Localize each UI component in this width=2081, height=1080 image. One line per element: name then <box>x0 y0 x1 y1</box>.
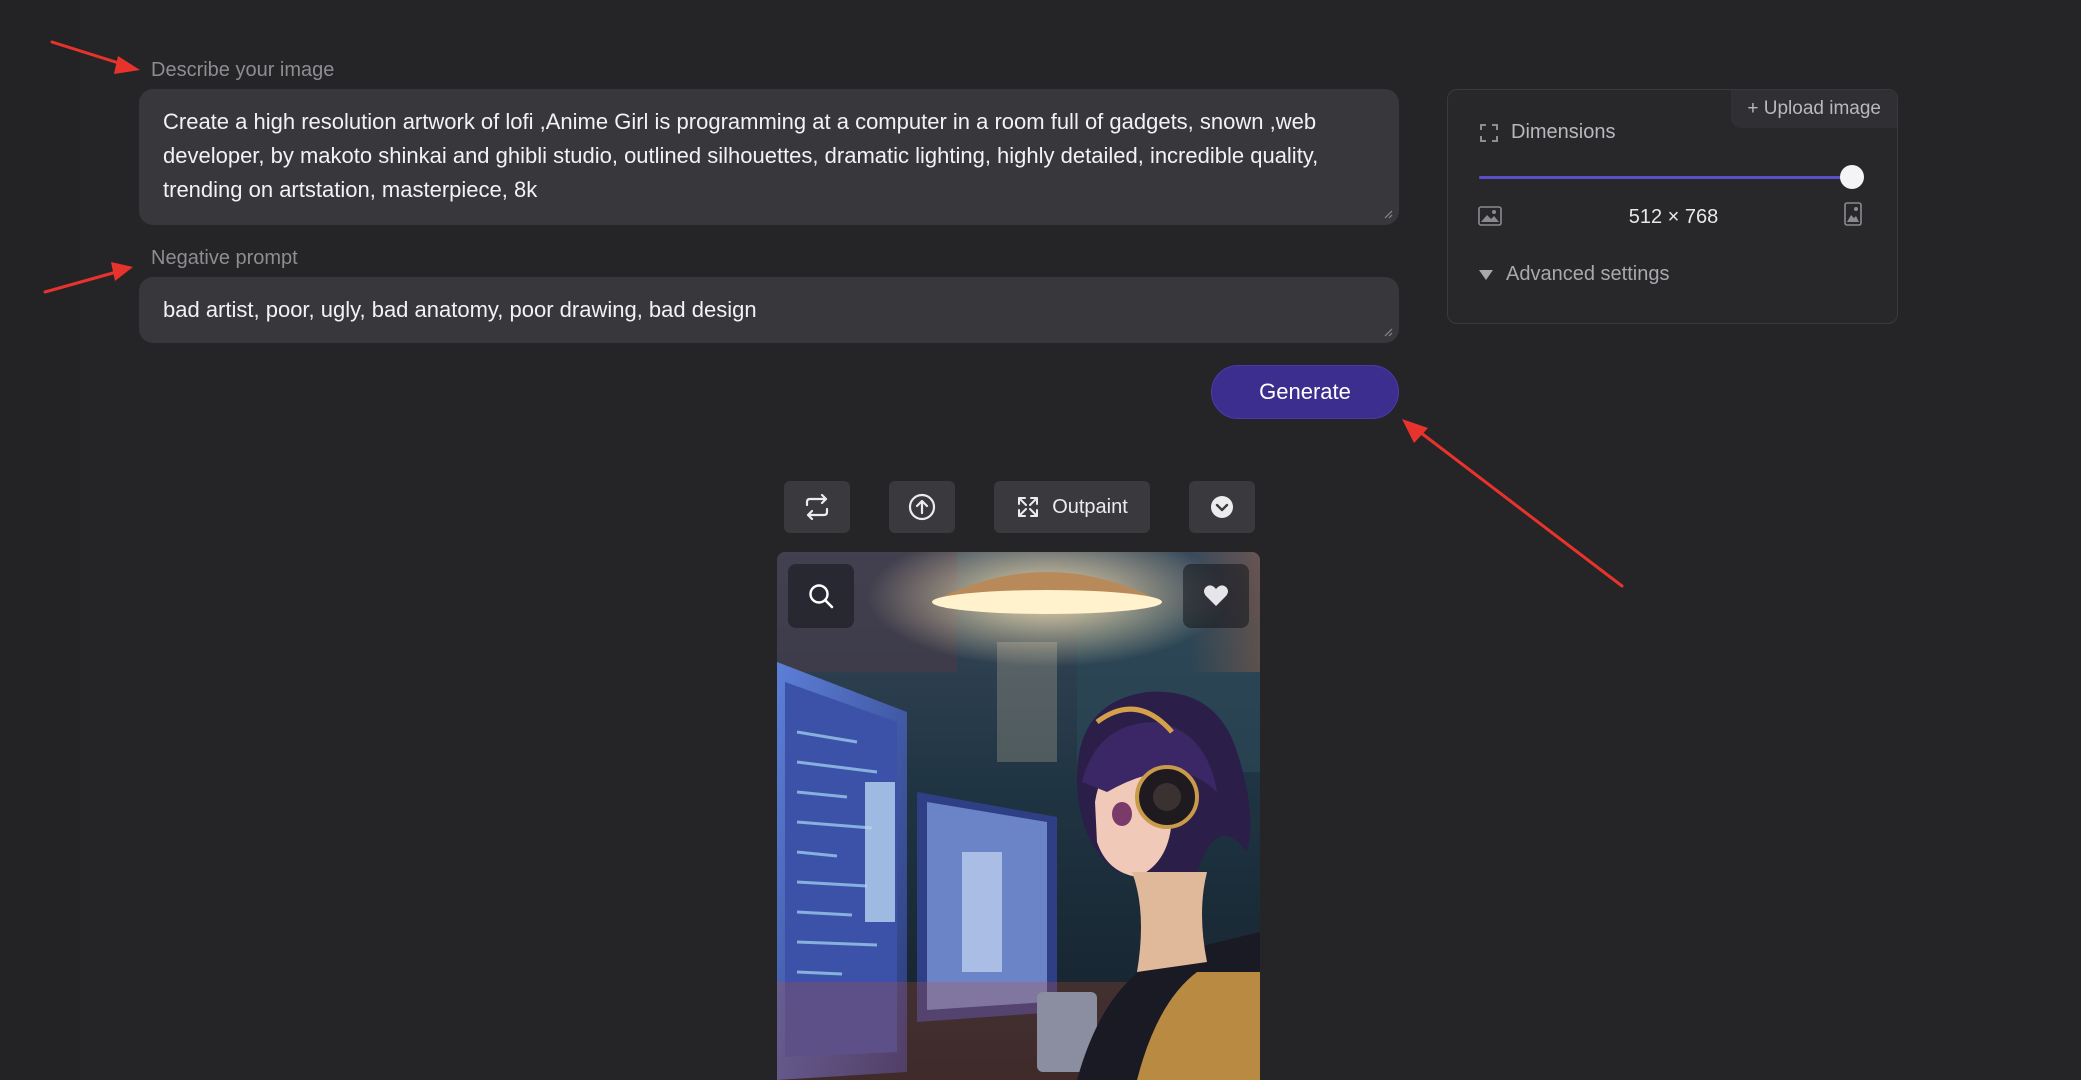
annotation-arrow-generate <box>1402 419 1624 588</box>
negative-prompt-label: Negative prompt <box>151 247 298 269</box>
caret-down-icon <box>1479 269 1493 280</box>
favorite-button[interactable] <box>1183 564 1249 628</box>
describe-label: Describe your image <box>151 59 335 81</box>
portrait-image-icon[interactable] <box>1844 202 1862 226</box>
resize-grip-icon[interactable] <box>1383 327 1393 337</box>
generated-image[interactable] <box>777 552 1260 1080</box>
left-gutter <box>0 0 80 1080</box>
outpaint-label: Outpaint <box>1052 495 1128 518</box>
repeat-icon <box>805 494 829 520</box>
resize-grip-icon[interactable] <box>1383 209 1393 219</box>
anime-girl-artwork <box>777 552 1260 1080</box>
prompt-text: Create a high resolution artwork of lofi… <box>163 109 1319 202</box>
chevron-down-circle-icon <box>1211 496 1233 518</box>
negative-prompt-text: bad artist, poor, ugly, bad anatomy, poo… <box>163 297 757 322</box>
prompt-textarea[interactable]: Create a high resolution artwork of lofi… <box>139 89 1399 225</box>
zoom-button[interactable] <box>788 564 854 628</box>
advanced-settings-toggle[interactable]: Advanced settings <box>1478 263 1669 286</box>
expand-arrows-icon <box>1018 497 1039 517</box>
upscale-button[interactable] <box>889 481 955 533</box>
search-icon <box>809 584 834 609</box>
outpaint-button[interactable]: Outpaint <box>994 481 1150 533</box>
negative-prompt-textarea[interactable]: bad artist, poor, ugly, bad anatomy, poo… <box>139 277 1399 343</box>
slider-handle[interactable] <box>1840 165 1864 189</box>
dimensions-slider[interactable] <box>1479 165 1864 189</box>
heart-icon <box>1204 585 1228 606</box>
generate-button[interactable]: Generate <box>1211 365 1399 419</box>
arrow-up-circle-icon <box>908 493 936 521</box>
upload-image-button[interactable]: + Upload image <box>1731 90 1897 128</box>
dimensions-label: Dimensions <box>1511 121 1616 143</box>
slider-fill <box>1479 176 1852 179</box>
settings-panel: + Upload image Dimensions 512 × 768 Adva… <box>1447 89 1898 324</box>
expand-corners-icon <box>1480 124 1498 142</box>
advanced-settings-label: Advanced settings <box>1506 263 1670 285</box>
more-options-button[interactable] <box>1189 481 1255 533</box>
dimensions-value: 512 × 768 <box>1628 206 1719 228</box>
variation-button[interactable] <box>784 481 850 533</box>
